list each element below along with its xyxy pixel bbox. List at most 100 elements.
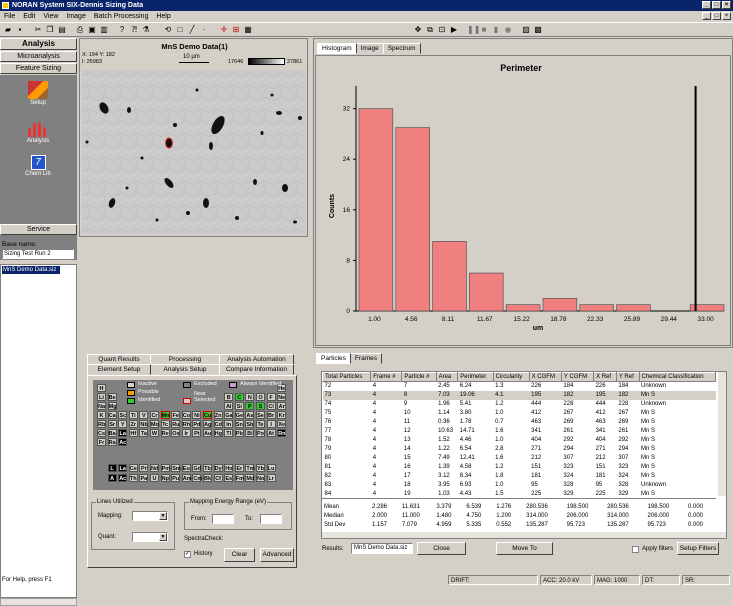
tab-frames[interactable]: Frames [349,353,382,364]
element-rh[interactable]: Rh [181,420,191,428]
element-li[interactable]: Li [97,393,106,401]
table-hscrollbar[interactable] [322,532,726,538]
apply-filters-checkbox[interactable] [632,546,639,553]
feature-sizing-button[interactable]: Feature Sizing [0,63,77,74]
element-cl[interactable]: Cl [266,402,276,410]
mdi-minimize-button[interactable]: _ [702,12,711,20]
element-cd[interactable]: Cd [213,420,223,428]
column-header[interactable]: Area [435,372,459,382]
element-hf[interactable]: Hf [128,429,138,437]
element-re[interactable]: Re [160,429,170,437]
lanthanide-nd[interactable]: Nd [150,464,159,472]
element-fr[interactable]: Fr [97,438,106,446]
menu-file[interactable]: File [0,13,19,20]
tab-particles[interactable]: Particles [316,353,351,364]
element-ti[interactable]: Ti [128,411,138,419]
help-icon[interactable]: ? [117,25,127,35]
nav-item-chem-lib[interactable]: 7 Chem Lib [18,155,58,177]
page-setup-icon[interactable]: ▥ [99,25,109,35]
close-button[interactable]: × [722,1,731,9]
move-stage-icon[interactable]: ✥ [413,25,423,35]
element-br[interactable]: Br [266,411,276,419]
element-zn[interactable]: Zn [213,411,223,419]
element-as[interactable]: As [245,411,255,419]
element-rb[interactable]: Rb [97,420,106,428]
element-pt[interactable]: Pt [192,429,202,437]
results-field[interactable]: MnS Demo Data.siz [351,543,413,554]
element-nb[interactable]: Nb [139,420,149,428]
column-header[interactable]: X Ref [593,372,617,382]
element-ir[interactable]: Ir [181,429,191,437]
element-k[interactable]: K [97,411,106,419]
service-button[interactable]: Service [0,224,77,235]
lanthanide-pm[interactable]: Pm [160,464,170,472]
element-cs[interactable]: Cs [97,429,106,437]
menu-image[interactable]: Image [62,13,89,20]
microanalysis-button[interactable]: Microanalysis [0,51,77,62]
tab-histogram[interactable]: Histogram [317,43,357,54]
actinide-lr[interactable]: Lr [266,474,276,482]
cut-icon[interactable]: ✂ [33,25,43,35]
element-ru[interactable]: Ru [171,420,181,428]
file-list[interactable]: MnS Demo Data.siz [0,264,77,598]
to-input[interactable] [260,514,282,524]
crosshair-tool-icon[interactable]: ✛ [219,25,229,35]
copy-icon[interactable]: ❐ [45,25,55,35]
advanced-button[interactable]: Advanced [260,548,294,562]
lanthanide-la[interactable]: La [118,464,128,472]
menu-view[interactable]: View [39,13,62,20]
element-be[interactable]: Be [107,393,117,401]
element-os[interactable]: Os [171,429,181,437]
lanthanide-er[interactable]: Er [234,464,244,472]
column-header[interactable]: X CGFM [528,372,562,382]
actinide-np[interactable]: Np [160,474,170,482]
maximize-button[interactable]: □ [712,1,721,9]
element-hg[interactable]: Hg [213,429,223,437]
lanthanide-pr[interactable]: Pr [139,464,149,472]
element-ba[interactable]: Ba [107,429,117,437]
tab-compare-information[interactable]: Compare Information [219,364,294,375]
menu-edit[interactable]: Edit [19,13,39,20]
table-row[interactable]: 82 4 17 3.12 8.34 1.8 181 324 181 324 Mn S [323,472,716,481]
element-ga[interactable]: Ga [224,411,234,419]
lanthanide-eu[interactable]: Eu [181,464,191,472]
actinide-es[interactable]: Es [224,474,234,482]
column-header[interactable]: Y CGFM [560,372,595,382]
close-results-button[interactable]: Close [417,542,466,555]
element-te[interactable]: Te [256,420,265,428]
zoom-icon[interactable]: ⧉ [425,25,435,35]
lanthanide-gd[interactable]: Gd [192,464,202,472]
element-mn[interactable]: Mn [160,411,170,419]
table-row[interactable]: 81 4 16 1.39 4.58 1.2 151 323 151 323 Mn S [323,463,716,472]
mapping-select[interactable]: ▼ [132,511,168,521]
lanthanide-ho[interactable]: Ho [224,464,234,472]
lab-icon[interactable]: ⚗ [141,25,151,35]
rectangle-tool-icon[interactable]: □ [175,25,185,35]
table-row[interactable]: 73 4 8 7.03 19.06 4.1 195 182 195 182 Mn S [322,390,716,400]
from-input[interactable] [212,514,234,524]
open-icon[interactable]: ▰ [3,25,13,35]
element-kr[interactable]: Kr [277,411,287,419]
minimize-button[interactable]: _ [702,1,711,9]
record-icon[interactable]: ◉ [503,25,513,35]
actinide-bk[interactable]: Bk [203,474,212,482]
lanthanide-ce[interactable]: Ce [128,464,138,472]
save-icon[interactable]: ▪ [15,25,25,35]
calculator-icon[interactable]: ▩ [533,25,543,35]
column-header[interactable]: Particle # [401,372,437,382]
column-header[interactable]: Frame # [370,372,403,382]
element-at[interactable]: At [266,429,276,437]
lanthanide-sm[interactable]: Sm [171,464,181,472]
paste-icon[interactable]: ▤ [57,25,67,35]
element-sr[interactable]: Sr [107,420,117,428]
table-row[interactable]: 78 4 13 1.52 4.46 1.0 404 292 404 292 Mn S [323,436,716,445]
file-list-scrollbar[interactable] [0,598,77,606]
setup-filters-button[interactable]: Setup Filters [677,542,719,555]
table-row[interactable]: 77 4 12 10.63 14.71 1.6 341 261 341 261 Mn S [323,427,716,436]
element-v[interactable]: V [139,411,149,419]
stop-icon[interactable]: ■ [479,25,489,35]
table-row[interactable]: 80 4 15 7.49 12.41 1.6 212 307 212 307 Mn S [323,454,716,463]
quant-dropdown-icon[interactable]: ▼ [159,533,167,541]
table-row[interactable]: 72 4 7 2.45 6.24 1.3 226 184 226 184 Unknown [323,382,716,391]
actinide-fm[interactable]: Fm [234,474,244,482]
